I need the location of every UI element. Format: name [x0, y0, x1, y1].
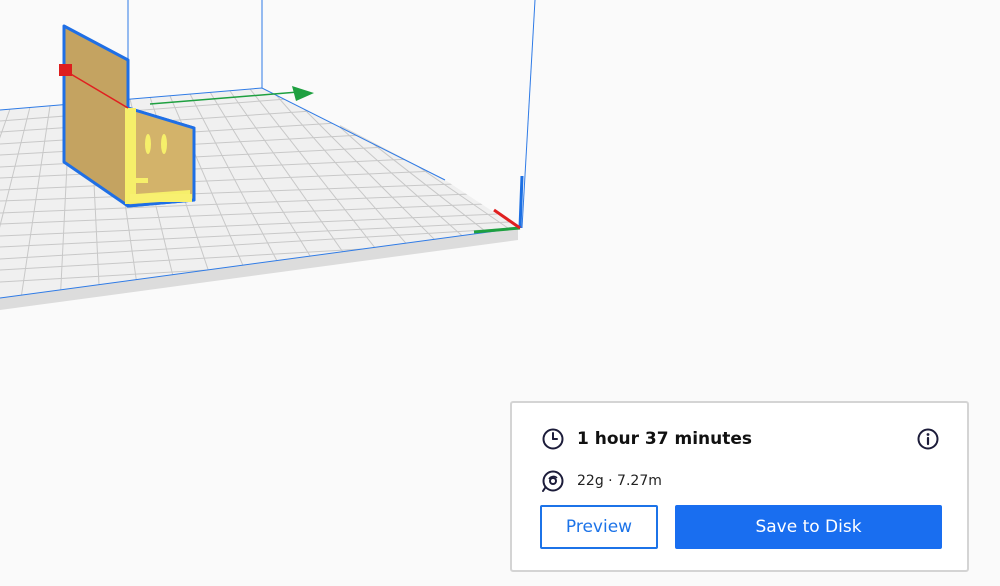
print-estimate-panel: 1 hour 37 minutes 22g · 7.27m Preview Sa…	[510, 401, 969, 572]
material-usage-row: 22g · 7.27m	[541, 469, 662, 493]
model-hole	[161, 134, 167, 154]
model-axis-y-arrow[interactable]	[292, 86, 314, 101]
model-yellow-bottom	[130, 194, 192, 202]
model-slot	[134, 178, 148, 183]
print-time-row: 1 hour 37 minutes	[541, 427, 752, 451]
model-hole	[145, 134, 151, 154]
info-icon[interactable]	[916, 427, 940, 451]
model-axis-x-handle[interactable]	[59, 64, 72, 76]
print-time-label: 1 hour 37 minutes	[577, 429, 753, 449]
filament-spool-icon	[541, 469, 565, 493]
material-usage-label: 22g · 7.27m	[577, 473, 662, 489]
clock-icon	[541, 427, 565, 451]
save-to-disk-button[interactable]: Save to Disk	[675, 505, 942, 549]
preview-button[interactable]: Preview	[540, 505, 658, 549]
